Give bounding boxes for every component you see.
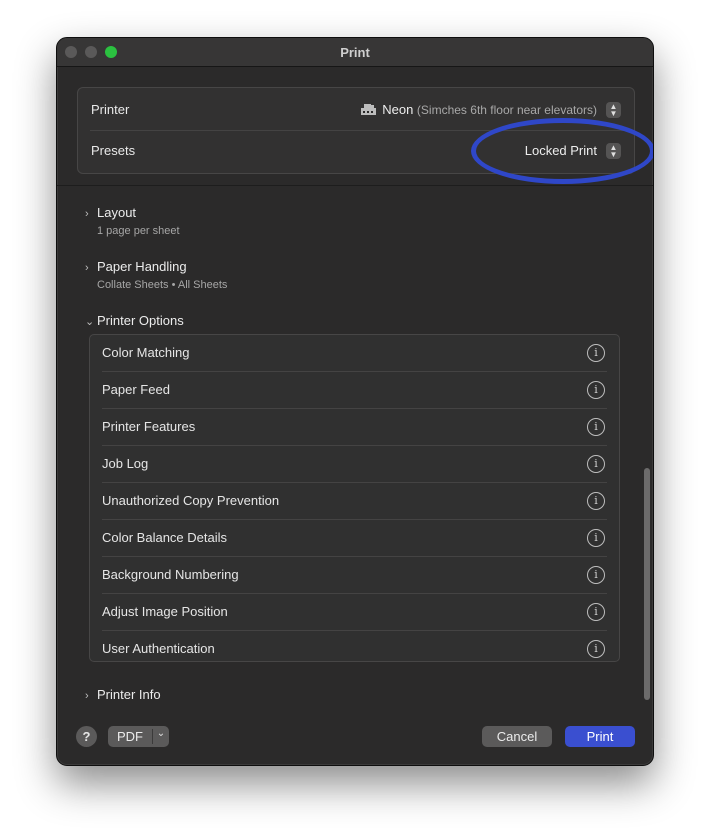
printer-location: (Simches 6th floor near elevators) xyxy=(416,103,597,117)
chevron-down-icon: ⌄ xyxy=(85,316,95,328)
info-icon[interactable]: i xyxy=(587,492,605,510)
printer-label: Printer xyxy=(91,102,130,117)
option-label: Background Numbering xyxy=(102,567,239,582)
option-row-unauthorized-copy-prevention[interactable]: Unauthorized Copy Prevention i xyxy=(90,483,619,520)
layout-section-header[interactable]: › Layout xyxy=(85,205,136,220)
printer-info-section-header[interactable]: › Printer Info xyxy=(85,687,161,702)
option-row-job-log[interactable]: Job Log i xyxy=(90,446,619,483)
info-icon[interactable]: i xyxy=(587,455,605,473)
layout-title: Layout xyxy=(97,205,137,220)
option-row-user-authentication[interactable]: User Authentication i xyxy=(90,631,619,668)
info-icon[interactable]: i xyxy=(587,566,605,584)
option-row-printer-features[interactable]: Printer Features i xyxy=(90,409,619,446)
chevron-right-icon: › xyxy=(85,262,89,274)
printer-name: Neon xyxy=(382,102,414,117)
info-icon[interactable]: i xyxy=(587,381,605,399)
zoom-window-button[interactable] xyxy=(105,46,117,58)
option-row-background-numbering[interactable]: Background Numbering i xyxy=(90,557,619,594)
cancel-button[interactable]: Cancel xyxy=(482,726,552,747)
printer-options-list: Color Matching i Paper Feed i Printer Fe… xyxy=(89,334,620,662)
pdf-button-label: PDF xyxy=(117,729,143,744)
stepper-down-icon: ▼ xyxy=(609,109,618,118)
paper-handling-summary: Collate Sheets • All Sheets xyxy=(97,279,228,291)
presets-label: Presets xyxy=(91,143,136,158)
paper-handling-title: Paper Handling xyxy=(97,259,187,274)
print-button[interactable]: Print xyxy=(565,726,635,747)
info-icon[interactable]: i xyxy=(587,418,605,436)
presets-highlight-circle xyxy=(471,118,653,184)
option-label: Paper Feed xyxy=(102,382,170,397)
option-label: Unauthorized Copy Prevention xyxy=(102,493,280,508)
printer-selector[interactable]: Neon (Simches 6th floor near elevators) xyxy=(361,102,597,117)
option-row-adjust-image-position[interactable]: Adjust Image Position i xyxy=(90,594,619,631)
window-title: Print xyxy=(340,45,370,60)
info-icon[interactable]: i xyxy=(587,529,605,547)
info-icon[interactable]: i xyxy=(587,640,605,658)
title-bar: Print xyxy=(57,38,653,67)
layout-summary: 1 page per sheet xyxy=(97,225,180,237)
paper-handling-section-header[interactable]: › Paper Handling xyxy=(85,259,187,274)
printer-options-title: Printer Options xyxy=(97,313,184,328)
info-icon[interactable]: i xyxy=(587,603,605,621)
option-label: Color Balance Details xyxy=(102,530,228,545)
option-label: Printer Features xyxy=(102,419,196,434)
option-label: Job Log xyxy=(102,456,149,471)
printer-icon xyxy=(361,104,377,115)
help-button[interactable]: ? xyxy=(76,726,97,747)
option-label: User Authentication xyxy=(102,641,215,656)
printer-popup-stepper-icon[interactable]: ▲ ▼ xyxy=(606,102,621,118)
option-label: Color Matching xyxy=(102,345,190,360)
option-row-color-balance-details[interactable]: Color Balance Details i xyxy=(90,520,619,557)
vertical-scrollbar[interactable] xyxy=(641,186,652,706)
option-label: Adjust Image Position xyxy=(102,604,228,619)
info-icon[interactable]: i xyxy=(587,344,605,362)
option-row-color-matching[interactable]: Color Matching i xyxy=(90,335,619,372)
chevron-right-icon: › xyxy=(85,690,89,702)
printer-options-section-header[interactable]: ⌄ Printer Options xyxy=(85,313,184,328)
pdf-menu-button[interactable]: PDF ⌄ xyxy=(108,726,169,747)
chevron-right-icon: › xyxy=(85,208,89,220)
minimize-window-button[interactable] xyxy=(85,46,97,58)
scrollbar-thumb[interactable] xyxy=(644,468,650,700)
close-window-button[interactable] xyxy=(65,46,77,58)
print-dialog-window: Print Printer Neon (Simches 6th floor ne… xyxy=(56,37,654,766)
chevron-down-icon[interactable]: ⌄ xyxy=(153,728,169,739)
header-separator xyxy=(57,185,653,186)
printer-info-title: Printer Info xyxy=(97,687,161,702)
option-row-paper-feed[interactable]: Paper Feed i xyxy=(90,372,619,409)
